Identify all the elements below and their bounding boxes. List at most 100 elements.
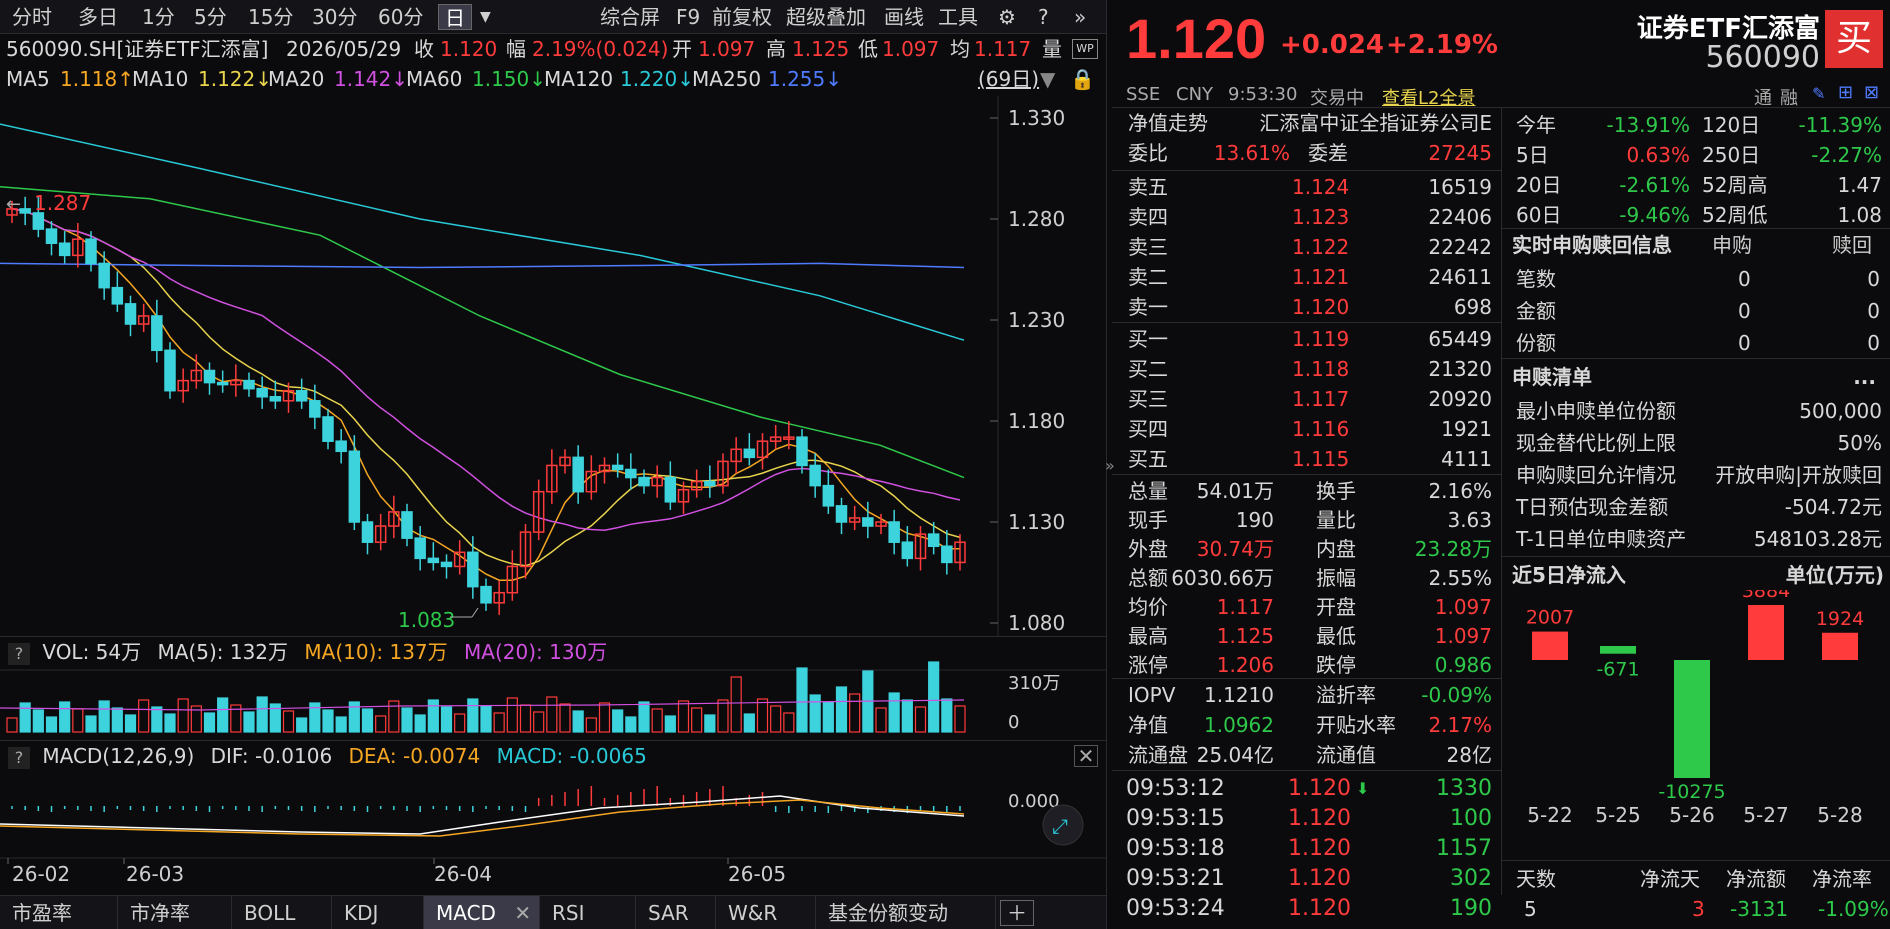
ask-row: 卖二 1.121 24611 — [1112, 262, 1502, 292]
tick-price: 1.120 — [1288, 836, 1351, 861]
expand-icon[interactable]: ⤢ — [1052, 814, 1068, 838]
toolbar-overlay[interactable]: 超级叠加 — [782, 4, 870, 30]
inflow-date-label: 5-25 — [1595, 803, 1640, 827]
l2-link[interactable]: 查看L2全景 — [1382, 84, 1475, 110]
tab-macd-close-icon[interactable]: ✕ — [514, 901, 531, 925]
settings-gear-icon[interactable]: ⚙ — [994, 4, 1020, 30]
volume-bar — [440, 706, 453, 733]
inflow-value-label: 3884 — [1742, 590, 1790, 602]
tab-wr[interactable]: W&R — [716, 896, 816, 929]
nav-label: 净值走势 — [1128, 111, 1208, 135]
quote-info-bar: 560090.SH[证券ETF汇添富] 2026/05/29 收 1.120 幅… — [0, 34, 1106, 64]
toolbar-composite-screen[interactable]: 综合屏 — [596, 4, 664, 30]
tong-label: 通 — [1754, 88, 1772, 109]
candle-body — [835, 505, 848, 523]
wp-icon[interactable]: WP — [1072, 39, 1098, 59]
period-tab-day[interactable]: 日 — [438, 4, 472, 30]
stat-label: 开盘 — [1316, 595, 1356, 619]
ask-row: 卖三 1.122 22242 — [1112, 232, 1502, 262]
ma250-label: MA250 — [692, 67, 762, 91]
flow-footer-rate: -1.09% — [1818, 897, 1889, 921]
flow-footer-days-label: 天数 — [1516, 867, 1556, 891]
candle-body — [941, 545, 953, 564]
candle-body — [638, 476, 650, 487]
edit-icon[interactable]: ✎ — [1812, 84, 1825, 103]
bid-volume: 20920 — [1428, 387, 1492, 411]
toolbar-tools[interactable]: 工具 — [934, 4, 982, 30]
volume-bar — [796, 667, 808, 733]
iopv-label: 流通值 — [1316, 743, 1376, 767]
candle-body — [243, 379, 255, 390]
period-tab-60min[interactable]: 60分 — [374, 4, 427, 30]
volume-bar — [835, 686, 848, 733]
period-tab-1min[interactable]: 1分 — [138, 4, 179, 30]
bid-row: 买三 1.117 20920 — [1112, 384, 1502, 414]
vol-tick-zero: 0 — [1008, 712, 1019, 733]
quote-header: 1.120 +0.024 +2.19% 证券ETF汇添富 560090 SSE … — [1112, 0, 1890, 110]
toolbar-forward-adjust[interactable]: 前复权 — [708, 4, 776, 30]
candle-body — [216, 381, 229, 386]
volume-bar — [954, 705, 966, 733]
stat-value: 190 — [1235, 508, 1274, 532]
iopv-row: 净值 1.0962 开贴水率 2.17% — [1112, 710, 1502, 740]
volume-bar — [572, 710, 584, 733]
remove-watch-icon[interactable]: ⊠ — [1864, 82, 1879, 103]
ask-label: 卖四 — [1128, 205, 1168, 229]
iopv-label: 开贴水率 — [1316, 713, 1396, 737]
tab-pb[interactable]: 市净率 — [118, 896, 232, 929]
ask-price: 1.120 — [1292, 295, 1350, 319]
period-tab-15min[interactable]: 15分 — [244, 4, 297, 30]
subscribe-label: 份额 — [1516, 331, 1556, 355]
add-tab-icon[interactable]: ＋ — [1000, 900, 1034, 926]
flow-footer-rate-label: 净流率 — [1812, 867, 1872, 891]
lock-icon[interactable]: 🔒 — [1070, 64, 1095, 94]
period-tab-multiday[interactable]: 多日 — [74, 4, 122, 30]
inflow-bar — [1532, 631, 1568, 660]
tab-macd[interactable]: MACD ✕ — [424, 896, 540, 929]
ask-label: 卖三 — [1128, 235, 1168, 259]
buy-button[interactable]: 买 — [1825, 10, 1883, 68]
period-dropdown-icon[interactable]: ▼ — [476, 4, 495, 30]
list-more-icon[interactable]: ... — [1853, 362, 1876, 392]
volume-bar — [888, 692, 900, 733]
collapse-right-icon[interactable]: » — [1070, 4, 1090, 30]
period-tab-30min[interactable]: 30分 — [308, 4, 361, 30]
range-days[interactable]: (69日) — [978, 64, 1039, 94]
help-icon[interactable]: ? — [1034, 4, 1053, 30]
period-tab-intraday[interactable]: 分时 — [8, 4, 56, 30]
ma250-value: 1.255↓ — [768, 67, 843, 91]
tab-rsi[interactable]: RSI — [540, 896, 636, 929]
toolbar-draw[interactable]: 画线 — [880, 4, 928, 30]
price-tick: 1.080 — [1008, 611, 1065, 635]
range-dropdown-icon[interactable]: ▼ — [1040, 64, 1055, 94]
macd-value: MACD: -0.0065 — [496, 744, 647, 768]
macd-help-icon[interactable]: ? — [8, 746, 30, 769]
tab-sar[interactable]: SAR — [636, 896, 716, 929]
ma-legend-bar: MA5 1.118↑ MA10 1.122↓ MA20 1.142↓ MA60 … — [0, 64, 1106, 94]
tab-fund-shares[interactable]: 基金份额变动 — [816, 896, 996, 929]
volume-bar — [928, 661, 940, 733]
tick-row: 09:53:24 1.120 190 — [1112, 894, 1502, 924]
tick-time: 09:53:15 — [1126, 806, 1225, 831]
iopv-label: 流通盘 — [1128, 743, 1188, 767]
perf-label: 60日 — [1516, 203, 1562, 227]
toolbar-f9[interactable]: F9 — [672, 4, 704, 30]
list-row: 现金替代比例上限 50% — [1502, 428, 1890, 458]
period-tab-5min[interactable]: 5分 — [190, 4, 231, 30]
bid-label: 买二 — [1128, 357, 1168, 381]
iopv-value: 25.04亿 — [1196, 743, 1274, 767]
tick-time: 09:53:21 — [1126, 866, 1225, 891]
tab-kdj[interactable]: KDJ — [332, 896, 424, 929]
tab-pe[interactable]: 市盈率 — [0, 896, 118, 929]
stat-label: 现手 — [1128, 508, 1168, 532]
stat-row: 外盘 30.74万 内盘 23.28万 — [1112, 534, 1502, 564]
volume-help-icon[interactable]: ? — [8, 642, 30, 665]
volume-bar — [598, 702, 611, 733]
tick-price: 1.120 — [1288, 896, 1351, 921]
avg-label: 均 — [950, 37, 970, 61]
add-watch-icon[interactable]: ⊞ — [1838, 82, 1853, 103]
tab-boll[interactable]: BOLL — [232, 896, 332, 929]
kline-chart[interactable]: 1.330 1.280 1.230 1.180 1.130 1.080 1.287 ← 1… — [0, 96, 1106, 895]
close-panel-icon[interactable]: ✕ — [1074, 745, 1098, 767]
nav-row[interactable]: 净值走势 汇添富中证全指证券公司E — [1112, 108, 1502, 138]
